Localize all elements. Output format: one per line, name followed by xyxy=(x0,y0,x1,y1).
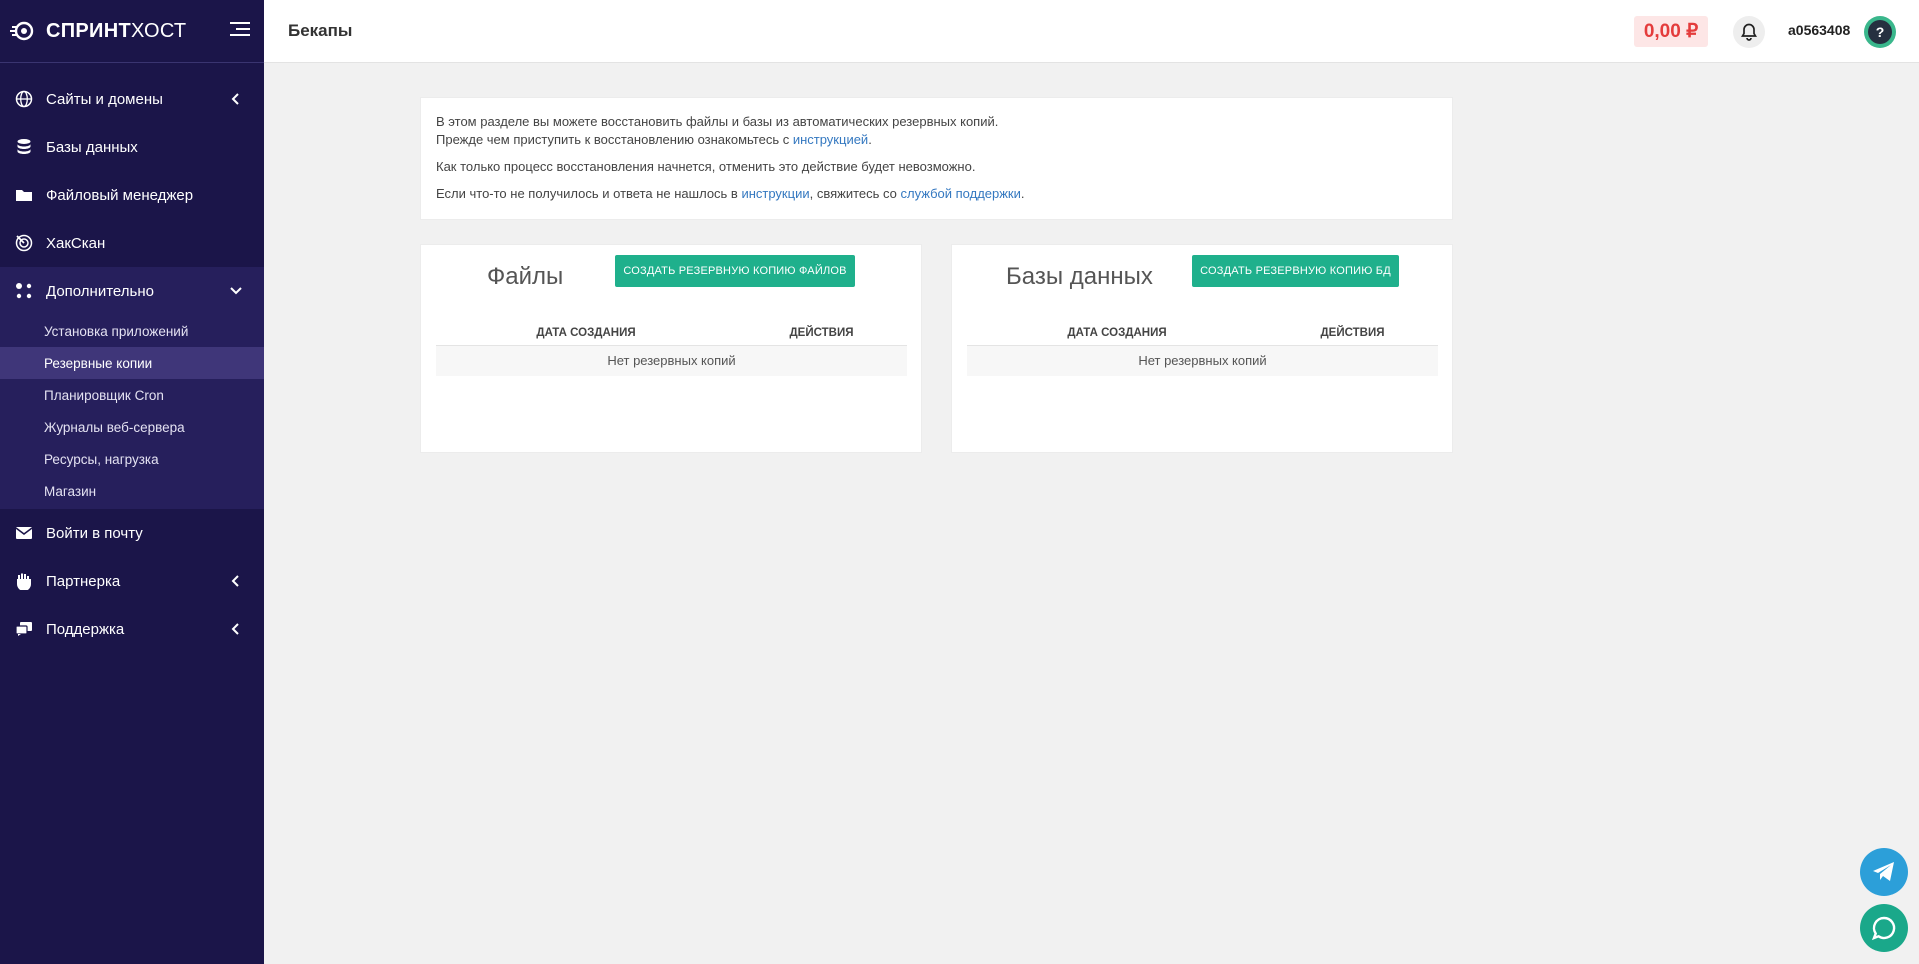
sidebar-item-support[interactable]: Поддержка xyxy=(0,605,264,653)
submenu-item-web-logs[interactable]: Журналы веб-сервера xyxy=(0,411,264,443)
username[interactable]: a0563408 xyxy=(1788,22,1850,38)
panel-title: Базы данных xyxy=(1006,263,1153,290)
submenu-item-shop[interactable]: Магазин xyxy=(0,475,264,507)
column-header-date[interactable]: ДАТА СОЗДАНИЯ xyxy=(436,321,736,346)
page-title: Бекапы xyxy=(288,21,353,40)
db-backup-panel: Базы данных СОЗДАТЬ РЕЗЕРВНУЮ КОПИЮ БД Д… xyxy=(951,244,1453,453)
sidebar-item-sites[interactable]: Сайты и домены xyxy=(0,75,264,123)
info-text: Если что-то не получилось и ответа не на… xyxy=(436,186,742,201)
apps-icon xyxy=(14,281,34,301)
sidebar-submenu: Установка приложений Резервные копии Пла… xyxy=(0,315,264,509)
balance-badge[interactable]: 0,00 ₽ xyxy=(1634,16,1708,47)
db-backup-table: ДАТА СОЗДАНИЯ ДЕЙСТВИЯ Нет резервных коп… xyxy=(967,321,1438,376)
sidebar-item-file-manager[interactable]: Файловый менеджер xyxy=(0,171,264,219)
create-db-backup-button[interactable]: СОЗДАТЬ РЕЗЕРВНУЮ КОПИЮ БД xyxy=(1192,255,1399,287)
menu-toggle-icon[interactable] xyxy=(230,22,250,40)
column-header-actions: ДЕЙСТВИЯ xyxy=(736,321,907,346)
support-link[interactable]: службой поддержки xyxy=(901,186,1021,201)
empty-state: Нет резервных копий xyxy=(967,345,1438,376)
handshake-icon xyxy=(14,571,34,591)
sidebar-item-label: Файловый менеджер xyxy=(46,186,194,204)
globe-icon xyxy=(14,89,34,109)
instruction-link[interactable]: инструкцией xyxy=(793,132,868,147)
sidebar-item-label: Сайты и домены xyxy=(46,90,163,108)
support-icon xyxy=(14,619,34,639)
info-card: В этом разделе вы можете восстановить фа… xyxy=(420,97,1453,220)
submenu-item-cron[interactable]: Планировщик Cron xyxy=(0,379,264,411)
submenu-item-backups[interactable]: Резервные копии xyxy=(0,347,264,379)
submenu-item-install-apps[interactable]: Установка приложений xyxy=(0,315,264,347)
panel-title: Файлы xyxy=(487,263,564,290)
mail-icon xyxy=(14,523,34,543)
files-backup-panel: Файлы СОЗДАТЬ РЕЗЕРВНУЮ КОПИЮ ФАЙЛОВ ДАТ… xyxy=(420,244,922,453)
create-files-backup-button[interactable]: СОЗДАТЬ РЕЗЕРВНУЮ КОПИЮ ФАЙЛОВ xyxy=(615,255,855,287)
sprinthost-logo-icon[interactable] xyxy=(10,18,36,44)
sidebar-item-partner[interactable]: Партнерка xyxy=(0,557,264,605)
avatar[interactable]: ? xyxy=(1864,16,1896,48)
telegram-icon[interactable] xyxy=(1860,848,1908,896)
info-text: . xyxy=(1020,186,1025,201)
brand-name-bold: СПРИНТ xyxy=(46,19,131,42)
info-text: . xyxy=(868,132,872,147)
bell-icon[interactable] xyxy=(1733,16,1765,48)
column-header-date[interactable]: ДАТА СОЗДАНИЯ xyxy=(967,321,1267,346)
chevron-down-icon xyxy=(230,287,242,295)
database-icon xyxy=(14,137,34,157)
submenu-item-resources[interactable]: Ресурсы, нагрузка xyxy=(0,443,264,475)
chat-icon[interactable] xyxy=(1860,904,1908,952)
folder-icon xyxy=(14,185,34,205)
info-text: , свяжитесь со xyxy=(809,186,901,201)
top-header: Бекапы 0,00 ₽ a0563408 ? xyxy=(264,0,1919,63)
info-line-2: Прежде чем приступить к восстановлению о… xyxy=(436,131,1437,149)
sidebar-item-label: ХакСкан xyxy=(46,234,106,252)
info-line-1: В этом разделе вы можете восстановить фа… xyxy=(436,114,999,129)
table-row: Нет резервных копий xyxy=(436,345,907,376)
sidebar-item-mail[interactable]: Войти в почту xyxy=(0,509,264,557)
chevron-left-icon xyxy=(231,93,239,105)
sidebar-item-label: Базы данных xyxy=(46,138,138,156)
sidebar-nav-bottom: Войти в почту Партнерка Поддержка xyxy=(0,509,264,653)
files-backup-table: ДАТА СОЗДАНИЯ ДЕЙСТВИЯ Нет резервных коп… xyxy=(436,321,907,376)
info-text: Прежде чем приступить к восстановлению о… xyxy=(436,132,793,147)
sidebar-item-databases[interactable]: Базы данных xyxy=(0,123,264,171)
sidebar: СПРИНТХОСТ Сайты и домены Базы данных Фа… xyxy=(0,0,264,964)
column-header-actions: ДЕЙСТВИЯ xyxy=(1267,321,1438,346)
brand-name[interactable]: СПРИНТХОСТ xyxy=(46,20,186,43)
sidebar-item-hackscan[interactable]: ХакСкан xyxy=(0,219,264,267)
avatar-label: ? xyxy=(1868,20,1892,44)
sidebar-item-label: Партнерка xyxy=(46,572,121,590)
info-line-3: Как только процесс восстановления начнет… xyxy=(436,159,976,174)
scan-icon xyxy=(14,233,34,253)
chevron-left-icon xyxy=(231,623,239,635)
empty-state: Нет резервных копий xyxy=(436,345,907,376)
chevron-left-icon xyxy=(231,575,239,587)
sidebar-nav: Сайты и домены Базы данных Файловый мене… xyxy=(0,75,264,315)
sidebar-item-additional[interactable]: Дополнительно xyxy=(0,267,264,315)
sidebar-item-label: Поддержка xyxy=(46,620,125,638)
instructions-link[interactable]: инструкции xyxy=(741,186,809,201)
info-line-4: Если что-то не получилось и ответа не на… xyxy=(436,185,1437,203)
brand-name-rest: ХОСТ xyxy=(131,19,187,42)
sidebar-item-label: Войти в почту xyxy=(46,524,143,542)
table-row: Нет резервных копий xyxy=(967,345,1438,376)
brand-header: СПРИНТХОСТ xyxy=(0,0,264,63)
sidebar-item-label: Дополнительно xyxy=(46,282,154,300)
